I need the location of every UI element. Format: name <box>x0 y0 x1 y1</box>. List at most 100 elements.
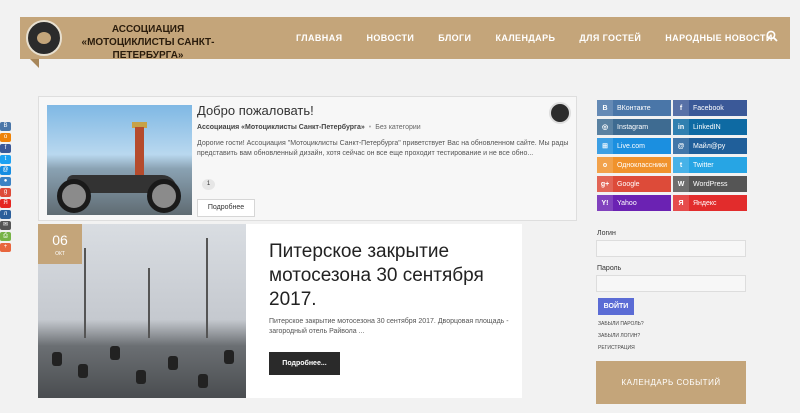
mailru-icon: @ <box>673 138 689 154</box>
comment-count-badge[interactable]: 1 <box>202 179 215 190</box>
date-month: ОКТ <box>55 251 65 257</box>
twitter-icon: t <box>673 157 689 173</box>
logo[interactable] <box>26 20 62 56</box>
welcome-post-meta: Ассоциация «Мотоциклисты Санкт-Петербург… <box>197 124 421 131</box>
author-avatar <box>549 102 571 124</box>
social-ok-button[interactable]: о Одноклассники <box>597 157 671 173</box>
welcome-post-title[interactable]: Добро пожаловать! <box>197 103 314 118</box>
social-wordpress-button[interactable]: W WordPress <box>673 176 747 192</box>
nav-item-guests[interactable]: ДЛЯ ГОСТЕЙ <box>579 33 641 43</box>
welcome-post: Добро пожаловать! Ассоциация «Мотоциклис… <box>38 96 577 221</box>
share-moimir-icon[interactable]: @ <box>0 166 11 175</box>
social-label: Yahoo <box>617 199 637 207</box>
welcome-post-image[interactable] <box>47 105 192 215</box>
social-label: LinkedIN <box>693 123 721 131</box>
site-header: АССОЦИАЦИЯ «МОТОЦИКЛИСТЫ САНКТ-ПЕТЕРБУРГ… <box>20 17 790 62</box>
nav-item-blogs[interactable]: БЛОГИ <box>438 33 471 43</box>
nav-item-calendar[interactable]: КАЛЕНДАРЬ <box>495 33 555 43</box>
rider <box>136 370 146 384</box>
street-lamp <box>206 238 208 338</box>
share-yandex-icon[interactable]: Я <box>0 199 11 208</box>
featured-post: 06 ОКТ Питерское закрытие мотосезона 30 … <box>38 224 522 398</box>
social-label: Одноклассники <box>617 161 668 169</box>
social-google-button[interactable]: g+ Google <box>597 176 671 192</box>
main-nav: ГЛАВНАЯ НОВОСТИ БЛОГИ КАЛЕНДАРЬ ДЛЯ ГОСТ… <box>296 17 797 59</box>
social-linkedin-button[interactable]: in LinkedIN <box>673 119 747 135</box>
share-livejournal-icon[interactable]: ● <box>0 177 11 186</box>
register-link[interactable]: РЕГИСТРАЦИЯ <box>598 345 635 351</box>
street-lamp <box>148 268 150 338</box>
street-lamp <box>84 248 86 338</box>
social-login-grid: В ВКонтакте f Facebook ◎ Instagram in Linked… <box>597 100 747 211</box>
rider <box>168 356 178 370</box>
social-facebook-button[interactable]: f Facebook <box>673 100 747 116</box>
forgot-login-link[interactable]: ЗАБЫЛИ ЛОГИН? <box>598 333 640 339</box>
password-input[interactable] <box>596 275 746 292</box>
social-label: ВКонтакте <box>617 104 651 112</box>
share-more-icon[interactable]: + <box>0 243 11 252</box>
motorcycle-rear-wheel <box>57 179 91 213</box>
social-twitter-button[interactable]: t Twitter <box>673 157 747 173</box>
share-livejournal2-icon[interactable]: л <box>0 210 11 219</box>
social-label: Майл@ру <box>693 142 726 150</box>
rider <box>198 374 208 388</box>
social-yahoo-button[interactable]: Y! Yahoo <box>597 195 671 211</box>
share-print-icon[interactable]: ⎙ <box>0 232 11 241</box>
header-ribbon-tail <box>30 59 39 68</box>
featured-post-excerpt: Питерское закрытие мотосезона 30 сентябр… <box>269 318 509 335</box>
brand-line-2: «МОТОЦИКЛИСТЫ САНКТ-ПЕТЕРБУРГА» <box>81 37 215 61</box>
share-mail-icon[interactable]: ✉ <box>0 221 11 230</box>
login-button[interactable]: ВОЙТИ <box>598 298 634 315</box>
social-label: Google <box>617 180 640 188</box>
rider <box>52 352 62 366</box>
social-label: Facebook <box>693 104 724 112</box>
events-calendar-header[interactable]: КАЛЕНДАРЬ СОБЫТИЙ <box>596 361 746 404</box>
share-ok-icon[interactable]: о <box>0 133 11 142</box>
social-live-button[interactable]: ⊞ Live.com <box>597 138 671 154</box>
nav-item-people-news[interactable]: НАРОДНЫЕ НОВОСТИ <box>665 33 772 43</box>
date-day: 06 <box>52 232 68 248</box>
share-twitter-icon[interactable]: t <box>0 155 11 164</box>
brand-line-1: АССОЦИАЦИЯ <box>111 24 185 35</box>
login-label: Логин <box>597 230 616 237</box>
instagram-icon: ◎ <box>597 119 613 135</box>
windows-icon: ⊞ <box>597 138 613 154</box>
read-more-button[interactable]: Подробнее <box>197 199 255 217</box>
social-mailru-button[interactable]: @ Майл@ру <box>673 138 747 154</box>
social-instagram-button[interactable]: ◎ Instagram <box>597 119 671 135</box>
social-yandex-button[interactable]: Я Яндекс <box>673 195 747 211</box>
post-category-link[interactable]: Без категории <box>375 124 420 131</box>
linkedin-icon: in <box>673 119 689 135</box>
rider <box>78 364 88 378</box>
featured-read-more-button[interactable]: Подробнее... <box>269 352 340 375</box>
nav-item-home[interactable]: ГЛАВНАЯ <box>296 33 342 43</box>
wordpress-icon: W <box>673 176 689 192</box>
social-vk-button[interactable]: В ВКонтакте <box>597 100 671 116</box>
share-vk-icon[interactable]: В <box>0 122 11 131</box>
password-label: Пароль <box>597 265 622 272</box>
share-googleplus-icon[interactable]: g <box>0 188 11 197</box>
search-icon[interactable] <box>766 30 778 42</box>
facebook-icon: f <box>673 100 689 116</box>
social-label: Twitter <box>693 161 714 169</box>
share-facebook-icon[interactable]: f <box>0 144 11 153</box>
forgot-password-link[interactable]: ЗАБЫЛИ ПАРОЛЬ? <box>598 321 644 327</box>
welcome-post-excerpt: Дорогие гости! Ассоциация "Мотоциклисты … <box>197 140 569 157</box>
social-label: Instagram <box>617 123 649 131</box>
rostral-column <box>135 127 144 179</box>
google-icon: g+ <box>597 176 613 192</box>
meta-separator: • <box>368 124 372 131</box>
social-label: Live.com <box>617 142 646 150</box>
social-label: WordPress <box>693 180 728 188</box>
post-author-link[interactable]: Ассоциация «Мотоциклисты Санкт-Петербург… <box>197 124 365 131</box>
yahoo-icon: Y! <box>597 195 613 211</box>
rider <box>224 350 234 364</box>
nav-item-news[interactable]: НОВОСТИ <box>366 33 414 43</box>
brand-title[interactable]: АССОЦИАЦИЯ «МОТОЦИКЛИСТЫ САНКТ-ПЕТЕРБУРГ… <box>68 23 228 62</box>
vk-icon: В <box>597 100 613 116</box>
featured-post-title[interactable]: Питерское закрытие мотосезона 30 сентябр… <box>269 240 509 312</box>
yandex-icon: Я <box>673 195 689 211</box>
login-input[interactable] <box>596 240 746 257</box>
social-label: Яндекс <box>693 199 717 207</box>
motorcycle-front-wheel <box>147 179 181 213</box>
